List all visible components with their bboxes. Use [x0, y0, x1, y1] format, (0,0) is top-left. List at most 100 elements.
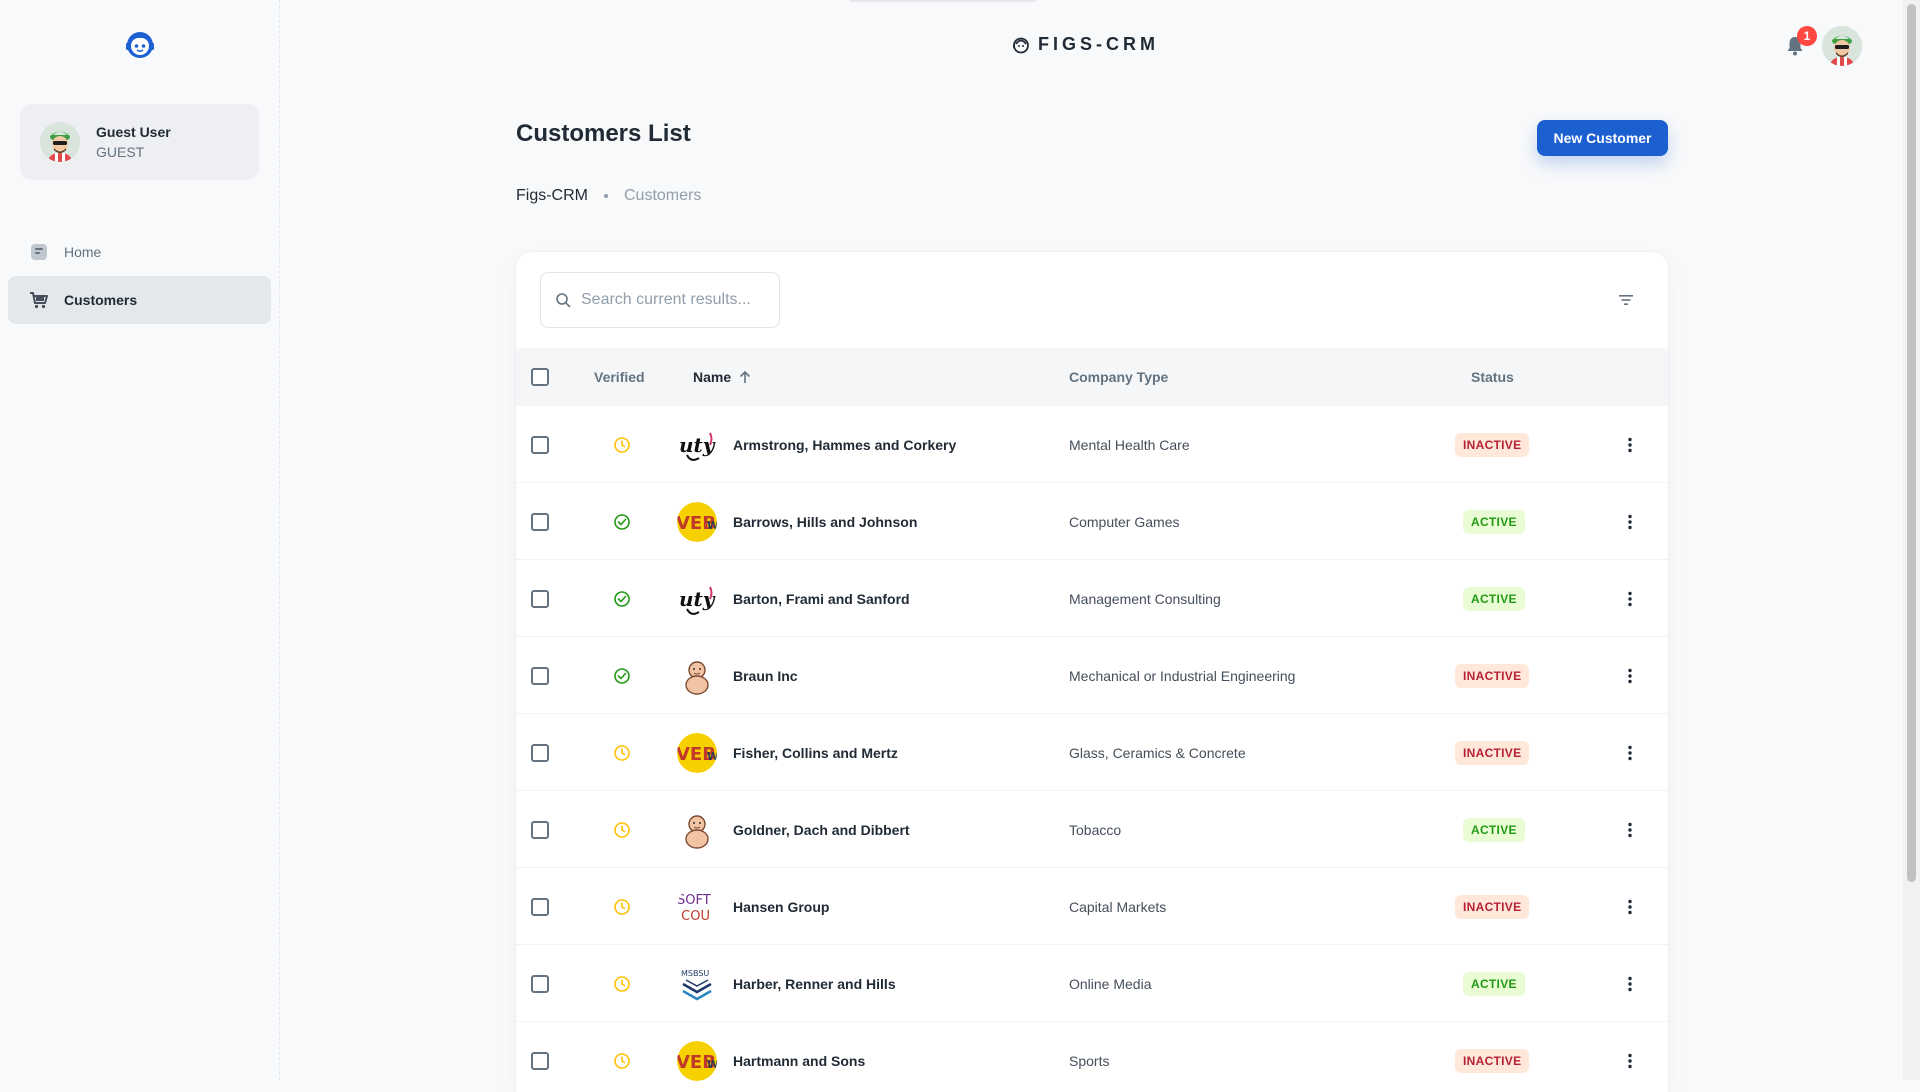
customer-name-link[interactable]: Barrows, Hills and Johnson: [733, 514, 917, 530]
table-row[interactable]: SOFT .COU Hansen Group Capital Markets INACT…: [516, 868, 1668, 945]
row-select-cell: [531, 483, 549, 560]
company-logo-icon: VEB W: [677, 732, 717, 773]
status-cell: ACTIVE: [1463, 945, 1525, 1022]
top-drag-handle: [850, 0, 1036, 2]
row-checkbox[interactable]: [531, 1051, 549, 1070]
more-options-icon[interactable]: [1616, 662, 1644, 690]
search-input[interactable]: [581, 291, 761, 309]
status-cell: ACTIVE: [1463, 560, 1525, 637]
breadcrumb: Figs-CRM Customers: [516, 187, 701, 205]
table-header: Verified Name Company Type Status: [516, 348, 1668, 406]
row-actions-cell: [1616, 868, 1644, 945]
table-row[interactable]: MSBSU Harber, Renner and Hills Online Medi…: [516, 945, 1668, 1022]
status-cell: INACTIVE: [1455, 637, 1530, 714]
customer-name-cell: Braun Inc: [677, 637, 798, 714]
row-select-cell: [531, 868, 549, 945]
more-options-icon[interactable]: [1616, 970, 1644, 998]
customer-name-link[interactable]: Hartmann and Sons: [733, 1053, 865, 1069]
company-type-cell: Glass, Ceramics & Concrete: [1069, 744, 1246, 761]
row-select-cell: [531, 406, 549, 483]
customer-name-cell: VEB W Barrows, Hills and Johnson: [677, 483, 917, 560]
row-checkbox[interactable]: [531, 589, 549, 608]
more-options-icon[interactable]: [1616, 585, 1644, 613]
status-cell: ACTIVE: [1463, 483, 1525, 560]
more-options-icon[interactable]: [1616, 816, 1644, 844]
table-body: uty Armstrong, Hammes and Corkery Mental H…: [516, 406, 1668, 1092]
verified-check-icon: [613, 560, 631, 637]
search-icon: [556, 293, 571, 308]
row-checkbox[interactable]: [531, 666, 549, 685]
column-header-company-type[interactable]: Company Type: [1069, 348, 1168, 406]
customer-name-link[interactable]: Armstrong, Hammes and Corkery: [733, 437, 956, 453]
account-avatar-button[interactable]: [1822, 26, 1862, 66]
status-badge: ACTIVE: [1463, 586, 1525, 611]
page-scrollbar[interactable]: [1903, 0, 1920, 1080]
status-badge: ACTIVE: [1463, 817, 1525, 842]
company-logo-icon: [677, 809, 717, 850]
scrollbar-thumb[interactable]: [1907, 4, 1916, 882]
table-row[interactable]: uty Barton, Frami and Sanford Management C…: [516, 560, 1668, 637]
user-avatar: [40, 122, 80, 162]
more-options-icon[interactable]: [1616, 1047, 1644, 1075]
company-logo-icon: [677, 655, 717, 696]
customer-name-link[interactable]: Goldner, Dach and Dibbert: [733, 822, 910, 838]
row-checkbox[interactable]: [531, 435, 549, 454]
svg-text:MSBSU: MSBSU: [681, 969, 709, 978]
filter-button[interactable]: [1614, 288, 1638, 312]
table-row[interactable]: uty Armstrong, Hammes and Corkery Mental H…: [516, 406, 1668, 483]
row-checkbox[interactable]: [531, 820, 549, 839]
table-row[interactable]: Braun Inc Mechanical or Industrial Engine…: [516, 637, 1668, 714]
cart-icon: [28, 289, 50, 311]
more-options-icon[interactable]: [1616, 431, 1644, 459]
brand-logo-icon: [1012, 36, 1030, 54]
breadcrumb-current: Customers: [624, 187, 702, 204]
customer-name-cell: uty Armstrong, Hammes and Corkery: [677, 406, 956, 483]
company-logo-icon: VEB W: [677, 1040, 717, 1081]
column-header-status[interactable]: Status: [1471, 348, 1514, 406]
company-logo-icon: VEB W: [677, 501, 717, 542]
table-row[interactable]: VEB W Barrows, Hills and Johnson Computer G…: [516, 483, 1668, 560]
company-type-cell: Capital Markets: [1069, 898, 1167, 915]
company-type-cell: Mental Health Care: [1069, 436, 1190, 453]
svg-text:SOFT: SOFT: [677, 893, 711, 908]
table-row[interactable]: Goldner, Dach and Dibbert Tobacco ACTIVE: [516, 791, 1668, 868]
breadcrumb-root-link[interactable]: Figs-CRM: [516, 187, 588, 205]
column-header-name[interactable]: Name: [693, 348, 753, 406]
row-checkbox[interactable]: [531, 512, 549, 531]
user-name: Guest User: [96, 124, 171, 140]
company-logo-icon: uty: [677, 578, 717, 619]
customer-name-link[interactable]: Fisher, Collins and Mertz: [733, 745, 898, 761]
select-all-checkbox[interactable]: [531, 368, 549, 386]
customer-name-link[interactable]: Barton, Frami and Sanford: [733, 591, 910, 607]
sidebar-item-customers[interactable]: Customers: [8, 276, 271, 324]
svg-text:.COU: .COU: [677, 909, 710, 924]
search-field[interactable]: [540, 272, 780, 328]
row-checkbox[interactable]: [531, 743, 549, 762]
user-account-card[interactable]: Guest User GUEST: [20, 104, 259, 180]
sidebar-item-home[interactable]: Home: [8, 228, 271, 276]
customer-name-link[interactable]: Harber, Renner and Hills: [733, 976, 896, 992]
status-cell: ACTIVE: [1463, 791, 1525, 868]
status-badge: INACTIVE: [1455, 894, 1530, 919]
customer-name-link[interactable]: Braun Inc: [733, 668, 798, 684]
sidebar-item-label: Home: [64, 244, 102, 260]
status-cell: INACTIVE: [1455, 406, 1530, 483]
brand-text: FIGS-CRM: [1038, 34, 1159, 54]
table-row[interactable]: VEB W Hartmann and Sons Sports INACTIVE: [516, 1022, 1668, 1092]
row-checkbox[interactable]: [531, 897, 549, 916]
notifications-button[interactable]: 1: [1783, 26, 1817, 58]
more-options-icon[interactable]: [1616, 739, 1644, 767]
more-options-icon[interactable]: [1616, 508, 1644, 536]
customer-name-link[interactable]: Hansen Group: [733, 899, 829, 915]
more-options-icon[interactable]: [1616, 893, 1644, 921]
column-header-verified[interactable]: Verified: [594, 348, 645, 406]
row-actions-cell: [1616, 637, 1644, 714]
company-type-cell: Mechanical or Industrial Engineering: [1069, 667, 1296, 684]
app-logo-icon[interactable]: [122, 26, 158, 62]
new-customer-button[interactable]: New Customer: [1537, 120, 1668, 156]
status-cell: INACTIVE: [1455, 868, 1530, 945]
status-badge: INACTIVE: [1455, 663, 1530, 688]
table-row[interactable]: VEB W Fisher, Collins and Mertz Glass, Cera…: [516, 714, 1668, 791]
row-checkbox[interactable]: [531, 974, 549, 993]
pending-clock-icon: [613, 714, 631, 791]
